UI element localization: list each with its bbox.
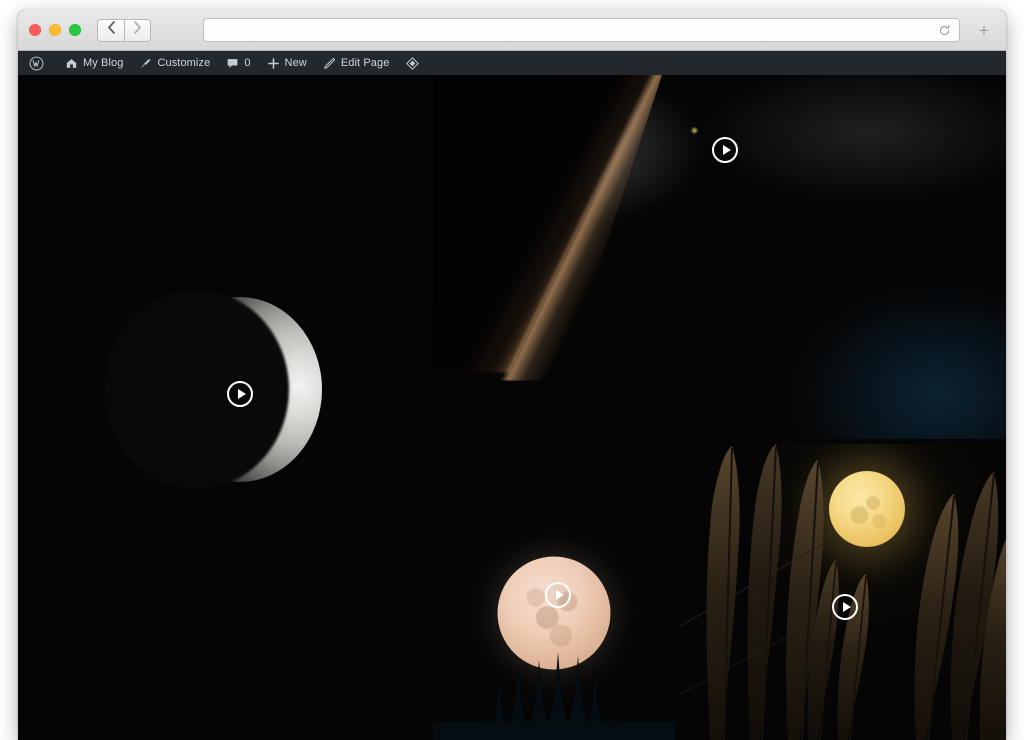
video-gallery <box>18 75 1006 740</box>
gallery-tile-crescent-moon[interactable] <box>18 75 428 740</box>
admin-bar-item-site-name[interactable]: My Blog <box>57 51 131 75</box>
new-tab-button[interactable]: + <box>970 17 998 43</box>
comment-bubble-icon <box>226 57 239 70</box>
window-controls <box>29 24 81 36</box>
browser-toolbar: + <box>18 10 1006 51</box>
pampas-grass-silhouettes <box>680 444 1006 740</box>
pine-silhouettes <box>433 604 675 740</box>
chevron-right-icon <box>133 21 142 39</box>
plus-icon <box>267 57 280 70</box>
admin-bar-label-customize: Customize <box>157 58 210 69</box>
wordpress-admin-bar: My Blog Customize 0 <box>18 51 1006 75</box>
golden-moon-pampas-image <box>680 444 1006 740</box>
address-bar[interactable] <box>203 18 960 42</box>
dashboard-home-icon <box>65 57 78 70</box>
diamond-icon <box>405 56 420 71</box>
admin-bar-item-edit-page[interactable]: Edit Page <box>315 51 398 75</box>
gallery-tile-moonrise-pines[interactable] <box>433 444 675 740</box>
back-button[interactable] <box>97 19 124 42</box>
wordpress-logo-icon <box>29 56 44 71</box>
gallery-tile-lunar-halo[interactable] <box>433 75 1006 439</box>
play-button-icon[interactable] <box>545 582 571 608</box>
admin-bar-item-new-content[interactable]: New <box>259 51 315 75</box>
play-button-icon[interactable] <box>227 381 253 407</box>
play-button-icon[interactable] <box>712 137 738 163</box>
lunar-halo-image <box>433 75 1006 439</box>
close-window-button[interactable] <box>29 24 41 36</box>
gallery-bottom-row <box>433 444 1006 740</box>
paintbrush-icon <box>139 57 152 70</box>
chevron-left-icon <box>107 21 116 39</box>
admin-bar-item-comments[interactable]: 0 <box>218 51 258 75</box>
crescent-moon-image <box>18 75 428 740</box>
navigation-buttons <box>97 19 151 42</box>
play-button-icon[interactable] <box>832 594 858 620</box>
admin-bar-item-jetpack[interactable] <box>397 51 433 75</box>
minimize-window-button[interactable] <box>49 24 61 36</box>
reload-icon[interactable] <box>938 24 951 37</box>
pencil-icon <box>323 57 336 70</box>
admin-bar-label-site-name: My Blog <box>83 58 123 69</box>
admin-bar-item-wp-logo[interactable] <box>21 51 57 75</box>
address-input[interactable] <box>212 22 938 38</box>
admin-bar-label-new: New <box>285 58 307 69</box>
forward-button[interactable] <box>124 19 151 42</box>
browser-window: + My Blog <box>18 10 1006 740</box>
gallery-right-column <box>433 75 1006 740</box>
gallery-tile-golden-moon-pampas[interactable] <box>680 444 1006 740</box>
admin-bar-label-edit-page: Edit Page <box>341 58 390 69</box>
admin-bar-label-comments-count: 0 <box>244 58 250 69</box>
zoom-window-button[interactable] <box>69 24 81 36</box>
plus-icon: + <box>979 22 989 39</box>
admin-bar-item-customize[interactable]: Customize <box>131 51 218 75</box>
